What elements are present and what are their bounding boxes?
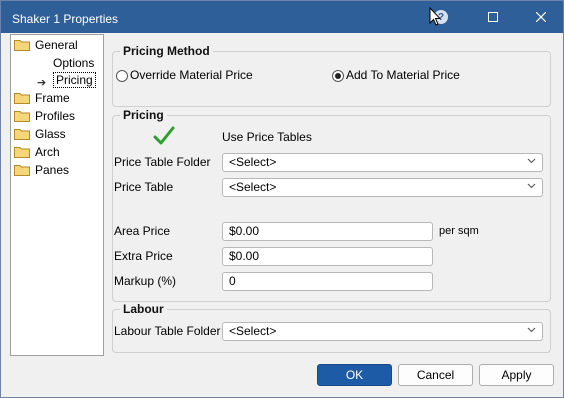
tree-item-options[interactable]: Options — [53, 54, 94, 72]
labour-group: Labour Labour Table Folder <Select> — [112, 302, 551, 353]
checkmark-icon[interactable] — [153, 126, 175, 146]
window-title: Shaker 1 Properties — [12, 12, 119, 26]
pricing-method-group: Pricing Method Override Material Price A… — [112, 44, 551, 107]
price-table-select[interactable]: <Select> — [222, 178, 543, 197]
area-price-label: Area Price — [114, 224, 171, 238]
ok-button[interactable]: OK — [317, 364, 392, 386]
use-price-tables-label: Use Price Tables — [222, 130, 312, 144]
price-table-folder-select[interactable]: <Select> — [222, 153, 543, 172]
pricing-method-title: Pricing Method — [120, 44, 213, 58]
mouse-pointer-icon — [429, 7, 441, 26]
folder-icon — [14, 40, 30, 51]
folder-icon — [14, 165, 30, 176]
pricing-group: Pricing Use Price Tables Price Table Fol… — [112, 108, 551, 302]
tree-item-general[interactable]: General — [14, 36, 78, 54]
tree-item-profiles[interactable]: Profiles — [14, 107, 75, 125]
category-tree[interactable]: General Options ➔ Pricing Frame Profiles… — [10, 34, 104, 356]
apply-button[interactable]: Apply — [479, 364, 554, 386]
override-material-price-label: Override Material Price — [130, 68, 253, 82]
area-price-unit: per sqm — [439, 225, 479, 237]
folder-icon — [14, 111, 30, 122]
chevron-down-icon — [527, 183, 536, 189]
title-bar[interactable]: Shaker 1 Properties ? — [1, 1, 563, 33]
folder-icon — [14, 93, 30, 104]
area-price-input[interactable]: $0.00 — [222, 222, 433, 241]
chevron-down-icon — [527, 158, 536, 164]
add-to-material-price-radio[interactable] — [332, 70, 344, 82]
chevron-down-icon — [527, 327, 536, 333]
maximize-button[interactable] — [471, 1, 515, 33]
folder-icon — [14, 147, 30, 158]
extra-price-label: Extra Price — [114, 249, 173, 263]
markup-input[interactable]: 0 — [222, 272, 433, 291]
help-button[interactable]: ? — [419, 1, 463, 33]
extra-price-input[interactable]: $0.00 — [222, 247, 433, 266]
tree-item-panes[interactable]: Panes — [14, 161, 69, 179]
close-button[interactable] — [519, 1, 563, 33]
labour-title: Labour — [120, 302, 167, 316]
labour-table-folder-select[interactable]: <Select> — [222, 322, 543, 341]
arrow-right-icon: ➔ — [37, 77, 47, 89]
cancel-button[interactable]: Cancel — [398, 364, 473, 386]
close-icon — [536, 12, 546, 22]
tree-item-pricing[interactable]: Pricing — [53, 71, 96, 89]
tree-item-frame[interactable]: Frame — [14, 89, 70, 107]
properties-dialog: Shaker 1 Properties ? General Options ➔ … — [0, 0, 564, 398]
markup-label: Markup (%) — [114, 274, 177, 288]
labour-table-folder-label: Labour Table Folder — [114, 324, 221, 338]
price-table-folder-label: Price Table Folder — [114, 155, 211, 169]
maximize-icon — [488, 12, 498, 22]
override-material-price-radio[interactable] — [116, 70, 128, 82]
pricing-title: Pricing — [120, 108, 167, 122]
price-table-label: Price Table — [114, 180, 174, 194]
tree-item-arch[interactable]: Arch — [14, 143, 60, 161]
add-to-material-price-label: Add To Material Price — [346, 68, 460, 82]
tree-item-glass[interactable]: Glass — [14, 125, 66, 143]
folder-icon — [14, 129, 30, 140]
